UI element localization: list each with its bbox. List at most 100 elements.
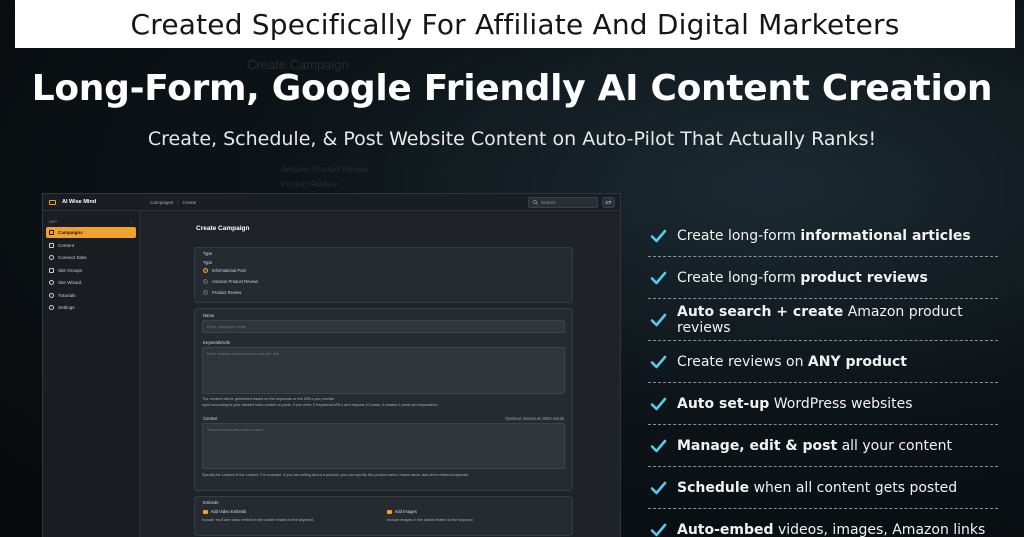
checkmark-icon [650, 229, 667, 242]
feature-item: Auto search + create Amazon product revi… [648, 299, 998, 341]
sidebar-item-site-groups[interactable]: Site Groups [46, 265, 136, 276]
feature-text-bold: Auto search + create [677, 303, 844, 320]
feature-item: Create long-form informational articles [648, 215, 998, 257]
feature-text: Create long-form product reviews [677, 270, 928, 286]
name-input[interactable]: Enter campaign name [202, 320, 565, 333]
checkbox-checked-icon [387, 509, 392, 515]
sidebar-item-label: Content [58, 242, 75, 248]
brand-logo-icon [49, 199, 56, 205]
radio-label: Amazon Product Review [212, 279, 258, 284]
context-label: Context [203, 416, 218, 421]
feature-text-bold: Auto-embed [677, 522, 774, 537]
type-section-label: Type [203, 251, 213, 256]
radio-informational-post[interactable]: Informational Post [203, 268, 246, 273]
sidebar-item-tutorials[interactable]: Tutorials [46, 290, 136, 301]
feature-text-bold: ANY product [807, 353, 907, 370]
add-video-embeds-checkbox[interactable]: Add Video Embeds [203, 509, 246, 515]
sidebar-item-label: Connect Sites [58, 255, 87, 260]
chevron-down-icon[interactable]: ⌄ [130, 219, 133, 224]
folder-icon [49, 267, 54, 273]
sidebar-item-site-wizard[interactable]: Site Wizard [46, 277, 136, 288]
sidebar-item-label: Settings [58, 305, 75, 310]
name-label: Name [203, 313, 215, 318]
sidebar-heading: APP ⌄ [43, 219, 139, 224]
add-images-checkbox[interactable]: Add Images [387, 509, 417, 515]
search-placeholder: Search [541, 200, 556, 205]
feature-text-bold: Schedule [677, 479, 750, 496]
keywords-help-2: Input according to your desired total nu… [202, 403, 439, 407]
context-limit: Optional, Maximum 3000 words [505, 416, 564, 421]
radio-selected-icon [203, 268, 208, 273]
feature-text-bold: informational articles [800, 227, 971, 244]
feature-item: Manage, edit & post all your content [648, 425, 998, 467]
background-ghost-line1: Amazon Product Review [281, 165, 369, 174]
search-input[interactable]: Search [528, 197, 598, 208]
breadcrumb-create: Create [182, 199, 197, 205]
feature-item: Create long-form product reviews [648, 257, 998, 299]
checkmark-icon [650, 397, 667, 410]
keywords-placeholder: Enter multiple keywords/urls one per lin… [207, 351, 280, 356]
page-title: Create Campaign [196, 225, 250, 232]
sidebar: APP ⌄ Campaigns Content Connect Sites Si… [43, 211, 140, 537]
radio-product-review[interactable]: Product Review [203, 290, 241, 295]
breadcrumb-campaigns[interactable]: Campaigns [150, 200, 173, 205]
brand-name: AI Wise Mind [62, 199, 97, 205]
sidebar-item-settings[interactable]: Settings [46, 302, 136, 313]
checkbox-checked-icon [203, 509, 208, 515]
sidebar-heading-label: APP [49, 219, 58, 224]
checkbox-label: Add Images [394, 509, 417, 514]
sidebar-item-label: Tutorials [58, 292, 76, 298]
radio-amazon-product-review[interactable]: Amazon Product Review [203, 279, 258, 284]
sidebar-item-label: Campaigns [58, 230, 83, 235]
radio-label: Product Review [212, 290, 242, 295]
feature-text: Create long-form informational articles [677, 228, 971, 244]
list-icon [49, 230, 54, 235]
search-icon [533, 200, 538, 205]
feature-text-post: when all content gets posted [749, 479, 958, 496]
checkmark-icon [650, 313, 667, 326]
name-placeholder: Enter campaign name [207, 324, 247, 329]
video-help: Include YouTube video embed in the artic… [202, 518, 314, 522]
keywords-textarea[interactable]: Enter multiple keywords/urls one per lin… [202, 347, 565, 394]
images-help: Include images in the article related to… [387, 518, 474, 522]
feature-text-pre: Create long-form [677, 269, 801, 286]
feature-text-bold: product reviews [800, 269, 928, 286]
breadcrumb-separator: / [177, 199, 179, 205]
checkmark-icon [650, 271, 667, 284]
feature-text: Auto search + create Amazon product revi… [677, 304, 998, 336]
context-help: Specify the context of the content. For … [202, 473, 469, 477]
feature-text-bold: Auto set-up [677, 395, 770, 412]
feature-text: Auto-embed videos, images, Amazon links [677, 522, 985, 537]
checkmark-icon [650, 523, 667, 537]
embeds-card: Embeds Add Video Embeds Include YouTube … [194, 496, 573, 536]
headline: Long-Form, Google Friendly AI Content Cr… [31, 68, 993, 109]
keywords-label: Keywords/Urls [203, 340, 230, 345]
brand[interactable]: AI Wise Mind [43, 199, 140, 205]
checkmark-icon [650, 355, 667, 368]
background-ghost-line2: Product Review [281, 180, 338, 189]
feature-item: Auto-embed videos, images, Amazon links [648, 509, 998, 537]
checkmark-icon [650, 481, 667, 494]
app-screenshot: AI Wise Mind Campaigns / Create Search C… [42, 193, 621, 537]
context-textarea[interactable]: Some context about the content [202, 423, 565, 469]
subheadline: Create, Schedule, & Post Website Content… [147, 128, 877, 150]
sidebar-item-content[interactable]: Content [46, 240, 136, 251]
embeds-section-label: Embeds [203, 500, 219, 505]
sidebar-item-label: Site Wizard [58, 280, 82, 285]
app-topbar: AI Wise Mind Campaigns / Create Search C… [43, 194, 620, 211]
document-icon [49, 242, 54, 248]
radio-label: Informational Post [212, 268, 246, 273]
feature-text-pre: Create reviews on [677, 353, 808, 370]
feature-item: Schedule when all content gets posted [648, 467, 998, 509]
feature-item: Create reviews on ANY product [648, 341, 998, 383]
feature-item: Auto set-up WordPress websites [648, 383, 998, 425]
details-card: Name Enter campaign name Keywords/Urls E… [194, 308, 573, 491]
feature-text-pre: Create long-form [677, 227, 801, 244]
feature-text-bold: Manage, edit & post [677, 437, 838, 454]
context-placeholder: Some context about the content [207, 427, 264, 432]
feature-text: Schedule when all content gets posted [677, 480, 957, 496]
sidebar-item-connect-sites[interactable]: Connect Sites [46, 252, 136, 263]
avatar[interactable]: CT [602, 197, 615, 208]
lightbulb-icon [49, 292, 54, 298]
sidebar-item-campaigns[interactable]: Campaigns [46, 227, 136, 238]
